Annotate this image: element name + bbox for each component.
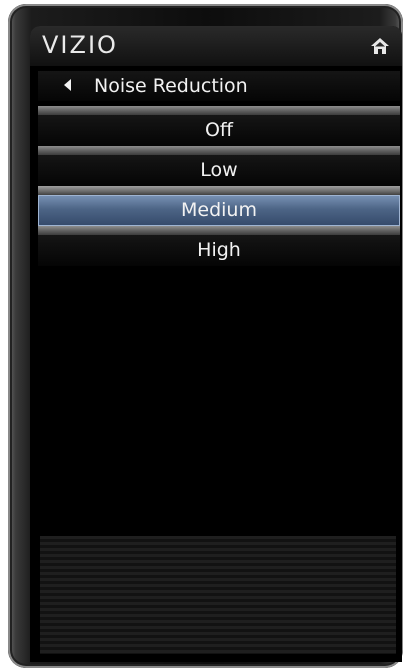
- row-divider: [38, 146, 400, 155]
- option-label: Off: [204, 119, 234, 141]
- option-off[interactable]: Off: [38, 106, 400, 146]
- menu-title: Noise Reduction: [94, 75, 248, 97]
- vizio-logo: VIZIO: [42, 31, 118, 59]
- back-arrow-icon[interactable]: [64, 79, 71, 91]
- speaker-grille: [40, 536, 396, 654]
- menu-list: Noise Reduction Off Low Medium High: [38, 66, 400, 266]
- option-label: Medium: [181, 199, 257, 221]
- option-medium[interactable]: Medium: [38, 186, 400, 226]
- menu-header: Noise Reduction: [38, 66, 400, 106]
- home-icon[interactable]: [370, 36, 390, 56]
- title-bar: VIZIO: [30, 26, 402, 66]
- option-high[interactable]: High: [38, 226, 400, 266]
- row-divider: [38, 106, 400, 115]
- row-divider: [38, 186, 400, 195]
- remote-bezel: VIZIO Noise Reduction Off Low Medium Hig…: [8, 4, 403, 668]
- option-label: Low: [200, 159, 238, 181]
- menu-screen: VIZIO Noise Reduction Off Low Medium Hig…: [30, 26, 402, 662]
- option-low[interactable]: Low: [38, 146, 400, 186]
- row-divider: [38, 226, 400, 235]
- option-label: High: [197, 239, 241, 261]
